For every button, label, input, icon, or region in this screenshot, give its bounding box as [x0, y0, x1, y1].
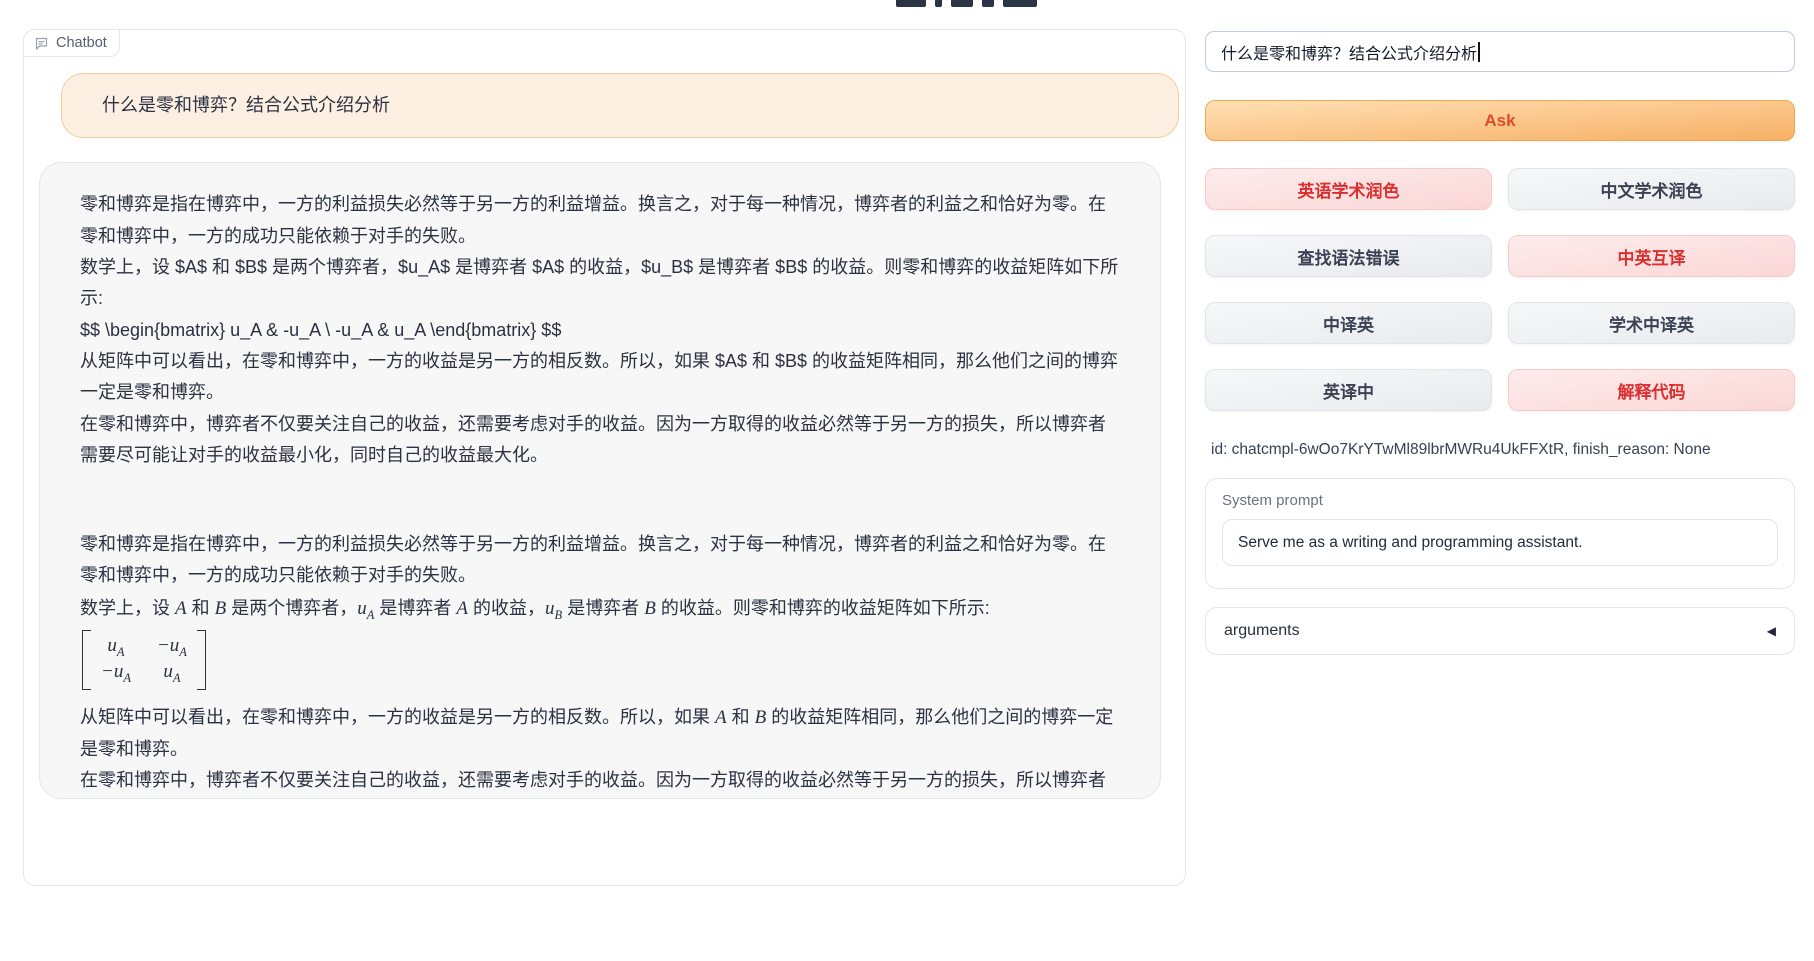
quick-button-en-to-zh[interactable]: 英译中 — [1205, 369, 1492, 411]
inline-math: A — [456, 598, 468, 619]
inline-math: A — [715, 707, 727, 728]
quick-button-zh-to-en[interactable]: 中译英 — [1205, 302, 1492, 344]
chatbot-panel: Chatbot 什么是零和博弈？结合公式介绍分析 零和博弈是指在博弈中，一方的利… — [23, 29, 1186, 886]
bot-paragraph: 零和博弈是指在博弈中，一方的利益损失必然等于另一方的利益增益。换言之，对于每一种… — [80, 529, 1120, 592]
page-title-cropped — [896, 0, 1037, 8]
bot-paragraph: 在零和博弈中，博弈者不仅要关注自己的收益，还需要考虑对手的收益。因为一方取得的收… — [80, 765, 1120, 799]
bot-paragraph: 数学上，设 $A$ 和 $B$ 是两个博弈者，$u_A$ 是博弈者 $A$ 的收… — [80, 252, 1120, 315]
bot-paragraph: 数学上，设 A 和 B 是两个博弈者，uA 是博弈者 A 的收益，uB 是博弈者… — [80, 592, 1120, 627]
inline-math: uA — [163, 661, 180, 682]
quick-button-find-grammar-errors[interactable]: 查找语法错误 — [1205, 235, 1492, 277]
bot-paragraph: 在零和博弈中，博弈者不仅要关注自己的收益，还需要考虑对手的收益。因为一方取得的收… — [80, 409, 1120, 472]
ask-button[interactable]: Ask — [1205, 100, 1795, 141]
bot-paragraph: 零和博弈是指在博弈中，一方的利益损失必然等于另一方的利益增益。换言之，对于每一种… — [80, 189, 1120, 252]
inline-math: B — [755, 707, 767, 728]
question-input-value: 什么是零和博弈？结合公式介绍分析 — [1221, 40, 1477, 64]
arguments-accordion[interactable]: arguments ◀ — [1205, 607, 1795, 655]
inline-math: −uA — [157, 635, 187, 656]
bot-message-raw-part: 零和博弈是指在博弈中，一方的利益损失必然等于另一方的利益增益。换言之，对于每一种… — [80, 189, 1120, 471]
quick-button-english-academic-polish[interactable]: 英语学术润色 — [1205, 168, 1492, 210]
quick-buttons-grid: 英语学术润色 中文学术润色 查找语法错误 中英互译 中译英 学术中译英 英译中 … — [1205, 168, 1795, 411]
quick-button-explain-code[interactable]: 解释代码 — [1508, 369, 1795, 411]
system-prompt-input[interactable]: Serve me as a writing and programming as… — [1222, 519, 1778, 566]
system-prompt-label: System prompt — [1222, 492, 1778, 509]
quick-button-chinese-academic-polish[interactable]: 中文学术润色 — [1508, 168, 1795, 210]
inline-math: uA — [107, 635, 124, 656]
inline-math: B — [644, 598, 656, 619]
quick-button-academic-zh-to-en[interactable]: 学术中译英 — [1508, 302, 1795, 344]
quick-button-zh-en-mutual-translate[interactable]: 中英互译 — [1508, 235, 1795, 277]
inline-math: uA — [357, 598, 374, 619]
inline-math: uB — [545, 598, 562, 619]
bot-paragraph: $$ \begin{bmatrix} u_A & -u_A \ -u_A & u… — [80, 315, 1120, 346]
arguments-accordion-label: arguments — [1224, 622, 1300, 640]
user-message-text: 什么是零和博弈？结合公式介绍分析 — [102, 90, 390, 121]
question-input[interactable]: 什么是零和博弈？结合公式介绍分析 — [1205, 31, 1795, 72]
accordion-collapse-icon: ◀ — [1767, 624, 1776, 638]
ask-column: 什么是零和博弈？结合公式介绍分析 Ask 英语学术润色 中文学术润色 查找语法错… — [1205, 31, 1795, 655]
inline-math: B — [215, 598, 227, 619]
bot-message-rendered-part: 零和博弈是指在博弈中，一方的利益损失必然等于另一方的利益增益。换言之，对于每一种… — [80, 529, 1120, 799]
bot-message: 零和博弈是指在博弈中，一方的利益损失必然等于另一方的利益增益。换言之，对于每一种… — [39, 162, 1161, 799]
payoff-matrix: uA −uA −uA uA — [82, 630, 206, 690]
inline-math: −uA — [101, 661, 131, 682]
user-message: 什么是零和博弈？结合公式介绍分析 — [61, 73, 1179, 138]
bot-paragraph: 从矩阵中可以看出，在零和博弈中，一方的收益是另一方的相反数。所以，如果 A 和 … — [80, 701, 1120, 765]
system-prompt-group: System prompt Serve me as a writing and … — [1205, 478, 1795, 589]
chat-messages: 什么是零和博弈？结合公式介绍分析 零和博弈是指在博弈中，一方的利益损失必然等于另… — [24, 30, 1185, 799]
system-prompt-value: Serve me as a writing and programming as… — [1238, 534, 1583, 552]
bot-paragraph: 从矩阵中可以看出，在零和博弈中，一方的收益是另一方的相反数。所以，如果 $A$ … — [80, 346, 1120, 409]
response-status-line: id: chatcmpl-6wOo7KrYTwMl89lbrMWRu4UkFFX… — [1211, 441, 1795, 461]
inline-math: A — [175, 598, 187, 619]
text-caret — [1478, 42, 1480, 62]
